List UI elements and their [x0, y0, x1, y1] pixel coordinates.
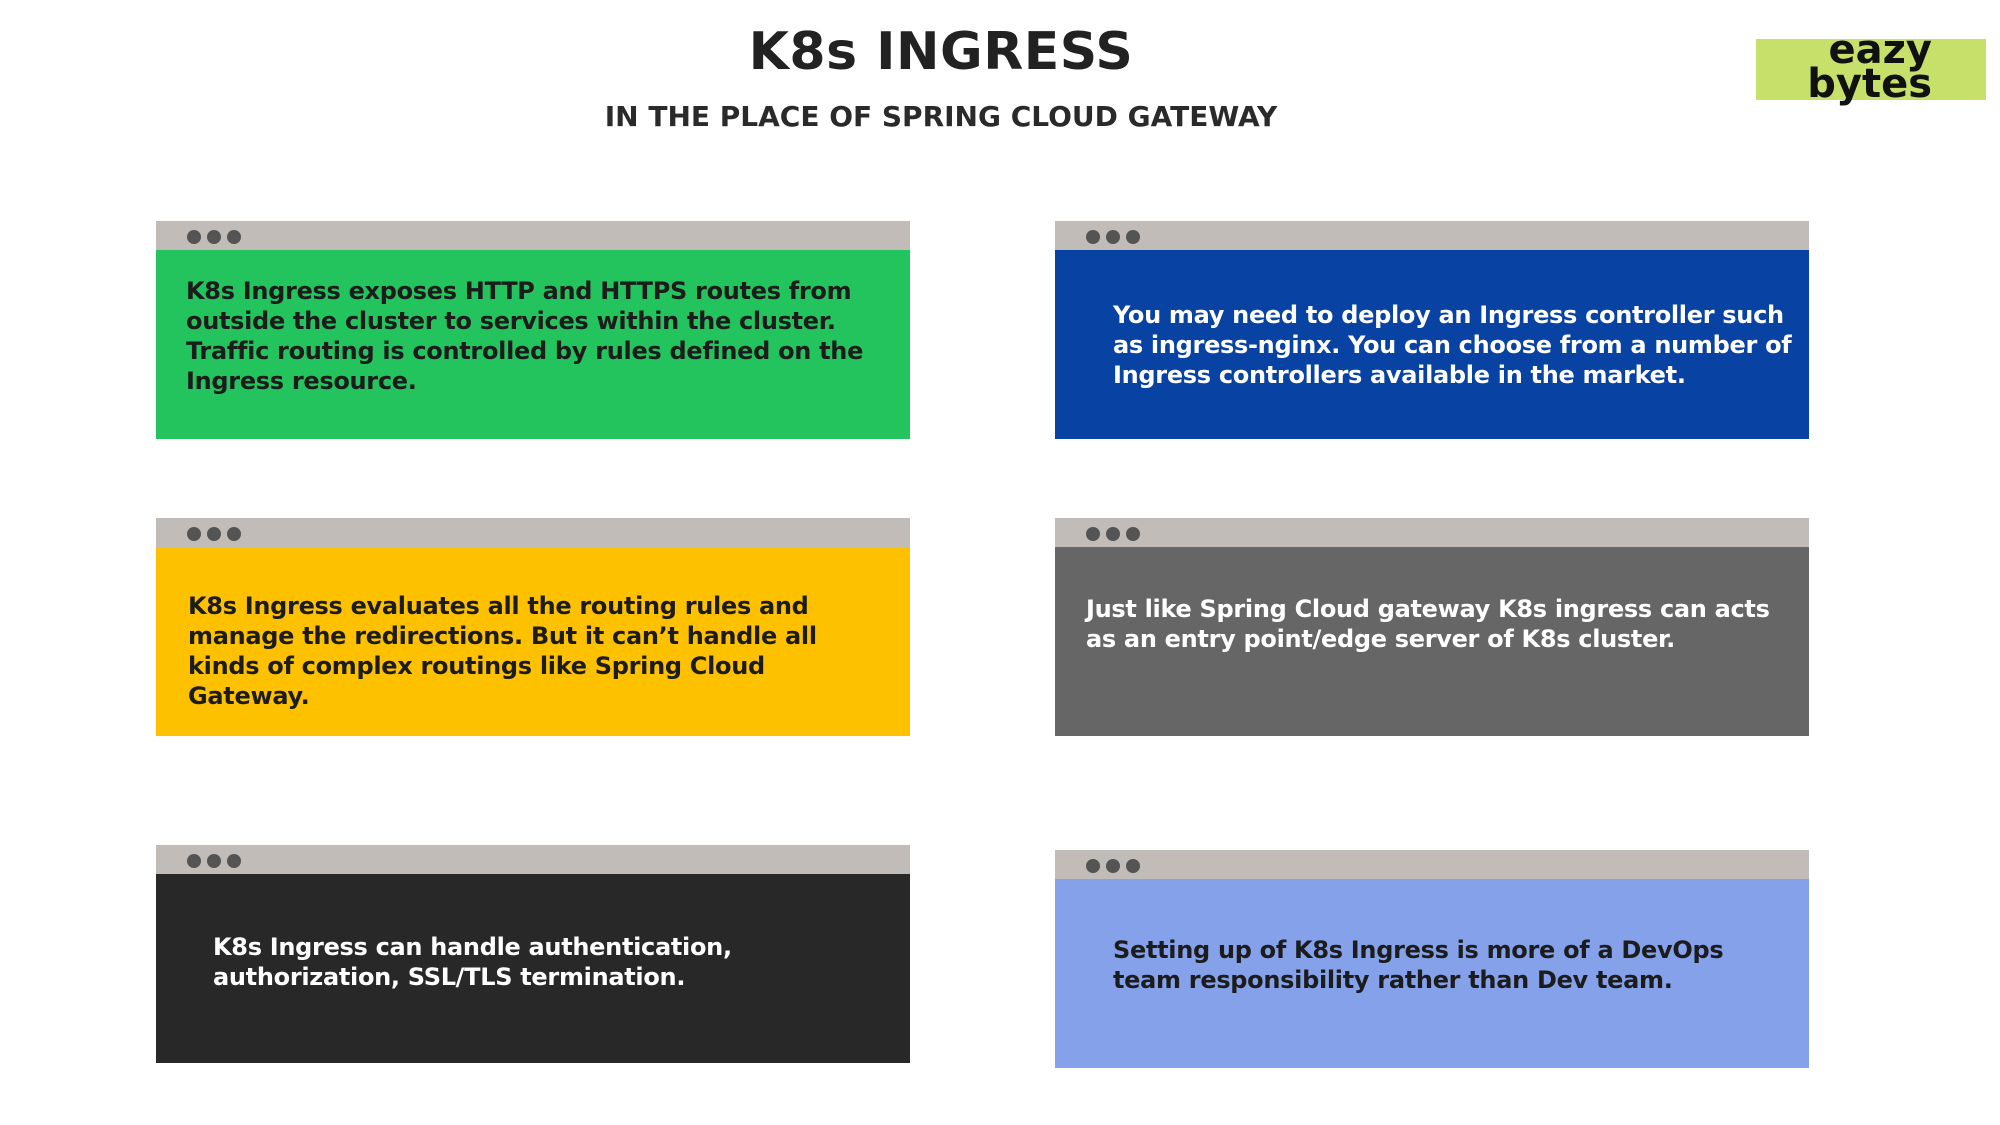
- brand-logo-text: eazy bytes: [1807, 30, 1932, 104]
- window-dot-icon: [1126, 859, 1140, 873]
- window-title-bar: [1055, 221, 1809, 250]
- card-text: Setting up of K8s Ingress is more of a D…: [1113, 936, 1724, 994]
- info-card-4: Just like Spring Cloud gateway K8s ingre…: [1055, 518, 1809, 736]
- window-dot-icon: [1126, 230, 1140, 244]
- window-dots: [187, 526, 247, 541]
- info-card-2: You may need to deploy an Ingress contro…: [1055, 221, 1809, 439]
- card-body: K8s Ingress exposes HTTP and HTTPS route…: [156, 250, 910, 439]
- card-body: Setting up of K8s Ingress is more of a D…: [1055, 879, 1809, 1068]
- info-card-5: K8s Ingress can handle authentication, a…: [156, 845, 910, 1063]
- card-text: You may need to deploy an Ingress contro…: [1113, 301, 1792, 389]
- window-dot-icon: [1106, 230, 1120, 244]
- window-title-bar: [156, 845, 910, 874]
- window-dot-icon: [1086, 859, 1100, 873]
- page-subtitle: IN THE PLACE OF SPRING CLOUD GATEWAY: [604, 100, 1278, 133]
- window-dots: [187, 853, 247, 868]
- window-dot-icon: [1126, 527, 1140, 541]
- window-dot-icon: [1106, 859, 1120, 873]
- window-dots: [1086, 858, 1146, 873]
- card-text: K8s Ingress exposes HTTP and HTTPS route…: [186, 277, 864, 395]
- window-dot-icon: [1086, 527, 1100, 541]
- window-dot-icon: [1086, 230, 1100, 244]
- window-dots: [1086, 526, 1146, 541]
- window-dot-icon: [187, 854, 201, 868]
- window-title-bar: [156, 518, 910, 547]
- card-text: K8s Ingress can handle authentication, a…: [213, 933, 732, 991]
- window-dot-icon: [227, 230, 241, 244]
- card-body: K8s Ingress can handle authentication, a…: [156, 874, 910, 1063]
- window-dot-icon: [187, 527, 201, 541]
- window-dots: [187, 229, 247, 244]
- card-text: Just like Spring Cloud gateway K8s ingre…: [1086, 595, 1770, 653]
- window-dot-icon: [207, 230, 221, 244]
- card-body: Just like Spring Cloud gateway K8s ingre…: [1055, 547, 1809, 736]
- window-dot-icon: [207, 854, 221, 868]
- window-dots: [1086, 229, 1146, 244]
- card-body: K8s Ingress evaluates all the routing ru…: [156, 547, 910, 736]
- info-card-1: K8s Ingress exposes HTTP and HTTPS route…: [156, 221, 910, 439]
- page-title: K8s INGRESS: [748, 22, 1134, 82]
- card-body: You may need to deploy an Ingress contro…: [1055, 250, 1809, 439]
- info-card-3: K8s Ingress evaluates all the routing ru…: [156, 518, 910, 736]
- brand-logo: eazy bytes: [1756, 30, 1986, 104]
- window-title-bar: [1055, 850, 1809, 879]
- window-dot-icon: [227, 854, 241, 868]
- window-dot-icon: [227, 527, 241, 541]
- window-dot-icon: [1106, 527, 1120, 541]
- card-text: K8s Ingress evaluates all the routing ru…: [188, 592, 817, 710]
- window-dot-icon: [207, 527, 221, 541]
- window-title-bar: [156, 221, 910, 250]
- info-card-6: Setting up of K8s Ingress is more of a D…: [1055, 850, 1809, 1068]
- logo-line-2: bytes: [1807, 61, 1932, 107]
- window-dot-icon: [187, 230, 201, 244]
- window-title-bar: [1055, 518, 1809, 547]
